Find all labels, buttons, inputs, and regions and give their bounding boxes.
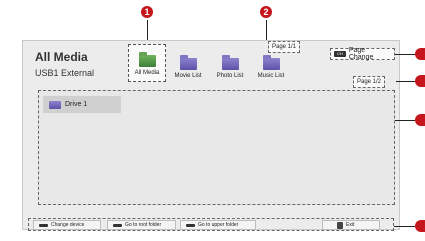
category-page-indicator: Page 1/1 — [268, 41, 301, 53]
remote-key-icon — [113, 223, 122, 227]
callout-marker-4 — [415, 75, 425, 87]
folder-icon — [138, 52, 156, 67]
change-device-button[interactable]: Change device — [33, 220, 101, 230]
tab-all-media[interactable]: All Media — [128, 44, 166, 82]
callout-6-leader — [394, 226, 415, 227]
tab-music-list[interactable]: Music List — [252, 54, 290, 79]
button-label: Go to root folder — [125, 222, 162, 228]
callout-marker-3 — [415, 48, 425, 60]
button-label: Go to upper folder — [198, 222, 239, 228]
exit-button[interactable]: Exit — [322, 220, 380, 230]
root-folder-button[interactable]: Go to root folder — [107, 220, 176, 230]
remote-key-icon — [186, 223, 195, 227]
callout-marker-2: 2 — [260, 6, 272, 18]
callout-2-leader — [266, 20, 267, 42]
folder-icon — [179, 55, 197, 70]
remote-key-icon — [39, 223, 48, 227]
tab-label: All Media — [134, 70, 160, 76]
tab-label: Photo List — [216, 73, 244, 79]
folder-icon — [49, 100, 61, 109]
exit-key-icon — [337, 221, 343, 229]
page-title: All Media — [35, 50, 88, 64]
channel-key-icon: CH — [334, 51, 346, 57]
callout-4-leader — [396, 81, 415, 82]
tab-label: Movie List — [174, 73, 202, 79]
button-label: Exit — [346, 222, 355, 228]
content-page-indicator: Page 1/2 — [353, 76, 386, 88]
tab-label: Music List — [257, 73, 285, 79]
list-item-drive-1[interactable]: Drive 1 — [43, 96, 121, 113]
tab-movie-list[interactable]: Movie List — [170, 54, 206, 79]
callout-3-leader — [395, 54, 415, 55]
page-change-label: Page Change — [348, 47, 374, 61]
page-change-button[interactable]: CH Page Change — [330, 47, 395, 61]
folder-icon — [262, 55, 280, 70]
callout-marker-5 — [415, 114, 425, 126]
tab-photo-list[interactable]: Photo List — [212, 54, 248, 79]
callout-marker-6 — [415, 220, 425, 232]
button-label: Change device — [51, 222, 85, 228]
callout-marker-1: 1 — [141, 6, 153, 18]
list-item-label: Drive 1 — [65, 101, 88, 108]
callout-5-leader — [395, 120, 415, 121]
upper-folder-button[interactable]: Go to upper folder — [180, 220, 256, 230]
folder-icon — [221, 55, 239, 70]
device-name: USB1 External — [35, 68, 95, 78]
